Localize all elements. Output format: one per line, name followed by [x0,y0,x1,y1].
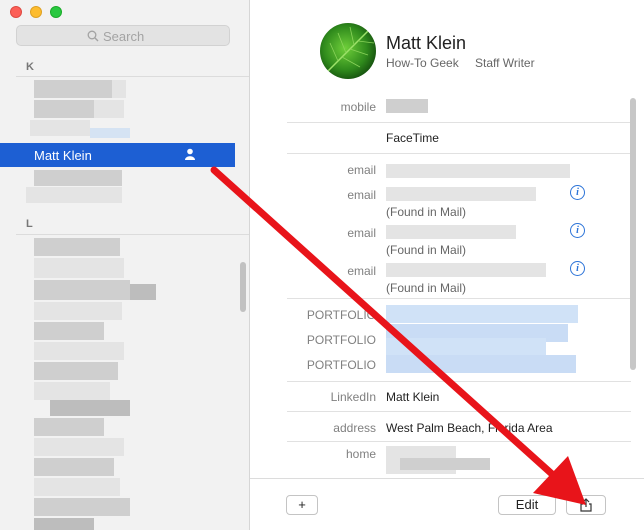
portfolio-url-blurred[interactable] [386,305,578,323]
section-divider [16,76,249,77]
email-label: email [347,163,376,177]
zoom-window-button[interactable] [50,6,62,18]
email-value-blurred[interactable] [386,225,516,239]
detail-scrollbar[interactable] [630,98,636,370]
field-divider [287,411,631,412]
found-in-mail-note: (Found in Mail) [386,281,467,295]
minimize-window-button[interactable] [30,6,42,18]
portfolio-label: PORTFOLIO [306,333,376,347]
portfolio-label: PORTFOLIO [306,308,376,322]
list-item-blurred[interactable] [34,382,110,400]
my-card-person-icon [185,148,195,160]
found-in-mail-note: (Found in Mail) [386,205,467,219]
list-item-blurred[interactable] [26,187,122,203]
contacts-window: Search K Matt Klein L Matt Klein How-To … [0,0,644,531]
email-value-blurred[interactable] [386,164,570,178]
info-icon[interactable]: i [570,261,585,276]
mobile-label: mobile [340,100,376,114]
linkedin-value[interactable]: Matt Klein [386,390,439,404]
list-item-blurred[interactable] [34,458,114,476]
contact-name: Matt Klein [386,33,467,53]
edit-button[interactable]: Edit [498,495,556,515]
address-value[interactable]: West Palm Beach, Florida Area [386,421,553,435]
list-item-blurred [130,284,156,300]
list-item-blurred[interactable] [34,80,112,98]
found-in-mail-note: (Found in Mail) [386,243,467,257]
selected-contact-name: Matt Klein [34,148,92,163]
list-item-blurred[interactable] [30,120,90,136]
section-header-k: K [26,61,34,73]
portfolio-url-blurred[interactable] [386,338,546,356]
section-header-l: L [26,218,33,230]
field-divider [287,122,631,123]
section-divider [16,234,249,235]
list-item-blurred [112,80,126,98]
list-item-blurred[interactable] [34,498,130,516]
sidebar-scrollbar[interactable] [240,262,246,312]
list-item-blurred[interactable] [34,478,120,496]
home-label: home [345,447,376,461]
list-item-blurred [90,128,130,138]
linkedin-label: LinkedIn [330,390,376,404]
portfolio-url-blurred[interactable] [386,355,576,373]
add-button[interactable]: + [286,495,318,515]
field-divider [287,381,631,382]
close-window-button[interactable] [10,6,22,18]
contacts-sidebar: Search K Matt Klein L [0,0,250,530]
list-item-blurred[interactable] [34,258,124,278]
email-value-blurred[interactable] [386,263,546,277]
list-item-blurred[interactable] [34,362,118,380]
field-divider [287,298,631,299]
list-item-blurred[interactable] [34,322,104,340]
email-value-blurred[interactable] [386,187,536,201]
contact-row-selected[interactable]: Matt Klein [0,143,235,167]
contact-avatar[interactable] [320,23,376,79]
email-label: email [347,226,376,240]
facetime-link[interactable]: FaceTime [386,131,439,145]
list-item-blurred[interactable] [34,518,94,530]
field-divider [287,153,631,154]
list-item-blurred[interactable] [34,438,124,456]
portfolio-label: PORTFOLIO [306,358,376,372]
list-item-blurred[interactable] [34,342,124,360]
list-item-blurred[interactable] [34,418,104,436]
list-item-blurred[interactable] [34,302,122,320]
info-icon[interactable]: i [570,223,585,238]
list-item-blurred[interactable] [50,400,130,416]
field-divider [287,441,631,442]
list-item-blurred[interactable] [34,170,122,186]
search-field[interactable]: Search [16,25,230,46]
list-item-blurred[interactable] [34,280,130,300]
email-label: email [347,188,376,202]
contact-company: How-To Geek [386,56,459,70]
search-icon [87,30,99,42]
share-icon [580,498,592,512]
contact-job-title: Staff Writer [475,56,535,70]
home-address-blurred [400,458,490,470]
list-item-blurred [94,100,124,118]
list-item-blurred[interactable] [34,100,94,118]
share-button[interactable] [566,495,606,515]
address-label: address [333,421,376,435]
search-placeholder: Search [103,29,145,44]
info-icon[interactable]: i [570,185,585,200]
mobile-value-blurred[interactable] [386,99,428,113]
list-item-blurred[interactable] [34,238,120,256]
email-label: email [347,264,376,278]
bottom-toolbar: + Edit [250,478,644,531]
